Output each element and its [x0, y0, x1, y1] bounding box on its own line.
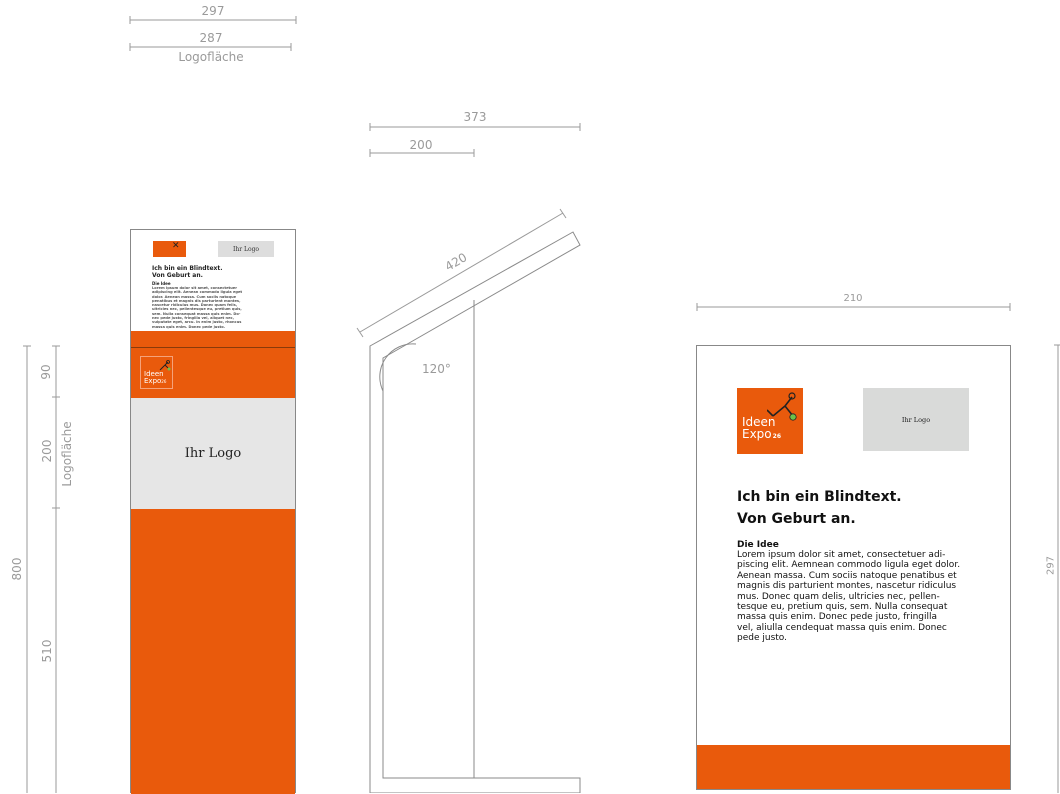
panel-section-title: Die Idee: [737, 540, 779, 550]
dim-side-top-total: 373: [463, 110, 487, 124]
dim-logo-height-label: Logofläche: [60, 421, 74, 487]
stand-logo-placeholder-label: Ihr Logo: [184, 446, 242, 461]
stand-top-panel: ✕ Ihr Logo Ich bin ein Blindtext. Von Ge…: [131, 230, 295, 331]
panel-body-9: pede justo.: [737, 633, 787, 644]
panel-body-1: Lorem ipsum dolor sit amet, consectetuer…: [737, 550, 946, 560]
panel-logo-placeholder: Ihr Logo: [863, 388, 969, 451]
panel-text-block: Ich bin ein Blindtext. Von Geburt an. Di…: [737, 486, 977, 644]
panel-logo-line-2-text: Expo: [742, 427, 772, 441]
stand-logo-text: Ideen Expo26: [144, 371, 166, 385]
panel-headline-1: Ich bin ein Blindtext.: [737, 489, 902, 505]
dim-total-height: 800: [10, 557, 24, 581]
dim-top-height: 90: [39, 364, 53, 380]
panel-body-6: tesque eu, pretium quis, sem. Nulla cons…: [737, 602, 948, 613]
dim-panel-width: 210: [843, 293, 863, 304]
panel-body-3: Aenean massa. Cum sociis natoque penatib…: [737, 570, 957, 581]
panel-preview: Ideen Expo26 Ihr Logo Ich bin ein Blindt…: [696, 345, 1011, 790]
stand-logo-line-2: Expo26: [144, 378, 166, 385]
panel-body-2: piscing elit. Aemnean commodo ligula ege…: [737, 560, 961, 571]
dim-angle: 120°: [422, 362, 451, 376]
panel-logo-line-2: Expo26: [742, 428, 781, 443]
panel-logo-text: Ideen Expo26: [742, 416, 781, 443]
panel-logo: Ideen Expo26: [737, 388, 803, 454]
dim-width-total: 297: [201, 4, 225, 18]
stand-logo: Ideen Expo26: [140, 356, 173, 389]
stand-top-placeholder-label: Ihr Logo: [232, 245, 260, 253]
stand-top-body-10: massa quis enim. Donec pede justo.: [152, 324, 226, 329]
stand-orange-top: Ideen Expo26: [131, 331, 295, 398]
stand-front: ✕ Ihr Logo Ich bin ein Blindtext. Von Ge…: [130, 229, 296, 794]
stand-top-logo: ✕: [153, 241, 186, 257]
stand-logo-line-2-text: Expo: [144, 377, 162, 385]
stand-orange-divider: [131, 347, 295, 348]
stand-logo-suffix: 26: [161, 379, 167, 384]
stand-top-headline-2: Von Geburt an.: [152, 272, 203, 279]
panel-logo-suffix: 26: [772, 433, 782, 440]
panel-logo-placeholder-label: Ihr Logo: [901, 415, 931, 424]
panel-body-8: vel, aliulla cendequat massa quis enim. …: [737, 622, 947, 633]
panel-body-7: massa quis enim. Donec pede justo, fring…: [737, 612, 938, 623]
stand-top-headline-1: Ich bin ein Blindtext.: [152, 265, 223, 272]
stand-top-text: Ich bin ein Blindtext. Von Geburt an. Di…: [152, 265, 282, 329]
panel-footer-band: [697, 745, 1010, 789]
dim-panel-height: 297: [1045, 555, 1057, 576]
panel-body-5: mus. Donec quam delis, ultricies nec, pe…: [737, 591, 940, 602]
dim-side-top-inner: 200: [409, 138, 433, 152]
stand-logo-placeholder: Ihr Logo: [131, 398, 295, 509]
stand-top-logo-glyph: ✕: [172, 241, 180, 251]
dim-logo-height: 200: [40, 439, 54, 463]
stand-orange-base: [131, 509, 295, 794]
dim-width-logo: 287: [199, 31, 223, 45]
panel-headline-2: Von Geburt an.: [737, 511, 856, 527]
stand-top-placeholder: Ihr Logo: [218, 241, 274, 257]
dim-logo-area-label: Logofläche: [178, 50, 244, 64]
dim-bottom-height: 510: [40, 639, 54, 663]
panel-body-4: magnis dis parturient montes, nascetur r…: [737, 581, 957, 592]
